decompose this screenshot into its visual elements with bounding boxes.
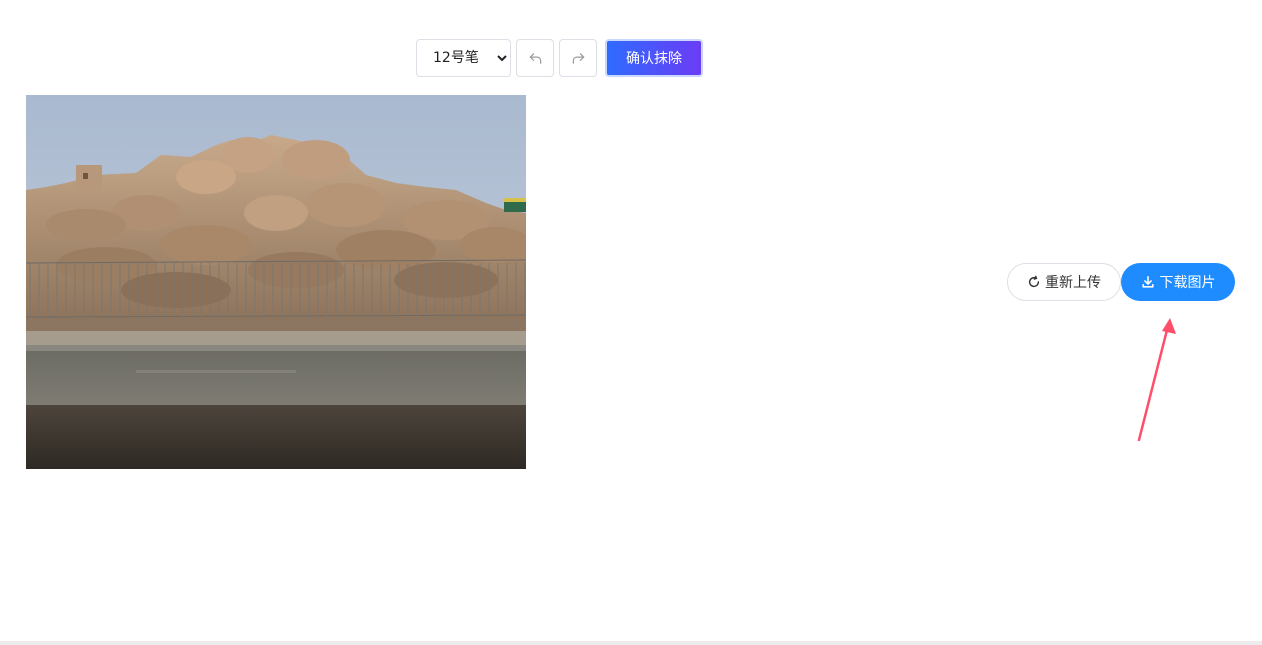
preview-photo bbox=[26, 95, 526, 469]
annotation-arrow bbox=[1137, 318, 1176, 442]
confirm-erase-button[interactable]: 确认抹除 bbox=[605, 39, 703, 77]
undo-icon bbox=[529, 52, 541, 64]
refresh-icon bbox=[1028, 275, 1040, 288]
image-preview[interactable] bbox=[26, 95, 526, 469]
toolbar: 12号笔 确认抹除 bbox=[416, 39, 703, 77]
bottom-divider bbox=[0, 641, 1262, 645]
undo-button[interactable] bbox=[516, 39, 554, 77]
page: 12号笔 确认抹除 重新上传 下载图片 bbox=[0, 0, 1262, 645]
download-icon bbox=[1141, 275, 1154, 288]
redo-icon bbox=[572, 52, 584, 64]
brush-size-select[interactable]: 12号笔 bbox=[416, 39, 511, 77]
action-buttons: 重新上传 下载图片 bbox=[1007, 263, 1235, 301]
reupload-button[interactable]: 重新上传 bbox=[1007, 263, 1121, 301]
reupload-label: 重新上传 bbox=[1045, 275, 1101, 291]
download-image-button[interactable]: 下载图片 bbox=[1121, 263, 1235, 301]
redo-button[interactable] bbox=[559, 39, 597, 77]
confirm-erase-label: 确认抹除 bbox=[626, 51, 682, 67]
download-label: 下载图片 bbox=[1159, 275, 1216, 291]
